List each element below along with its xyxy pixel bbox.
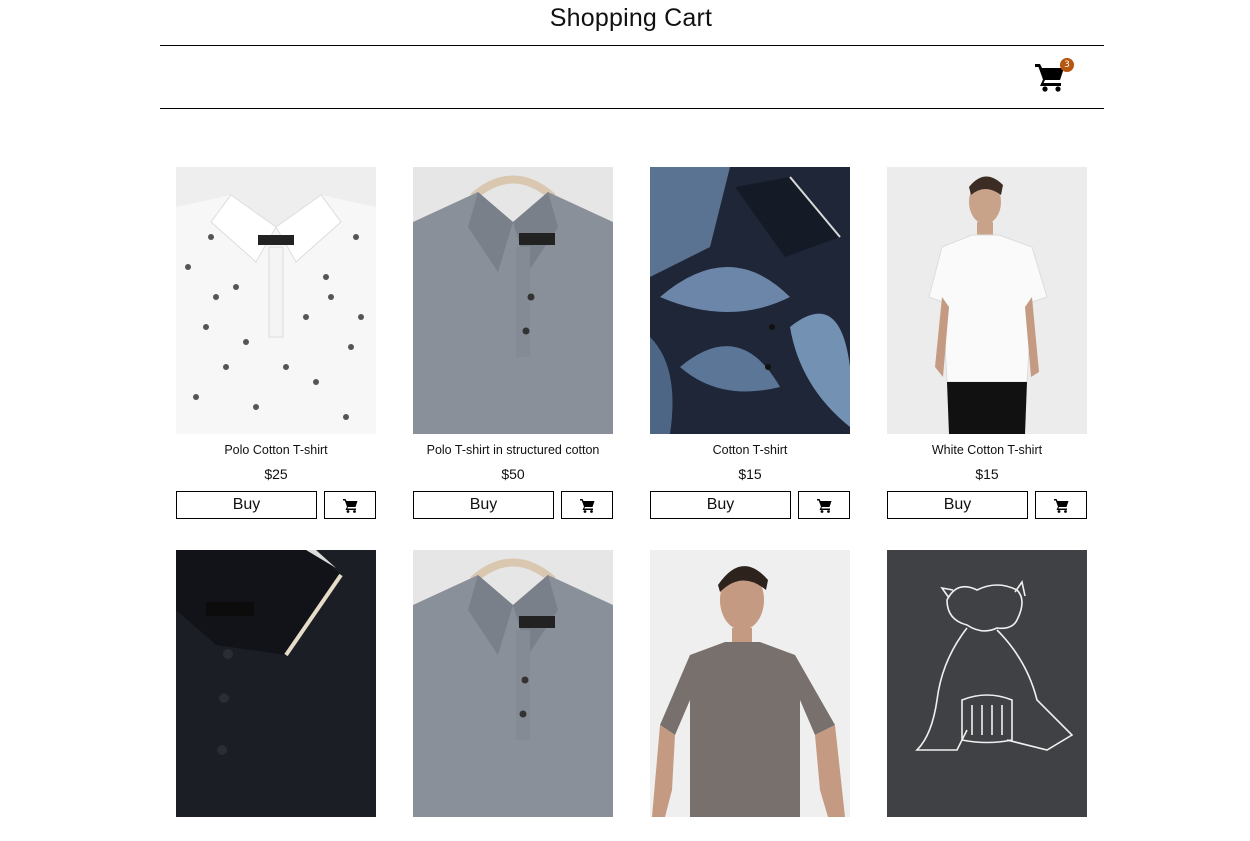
shopping-cart-icon xyxy=(342,498,357,513)
product-name: Cotton T-shirt xyxy=(712,443,788,457)
header-bar: 3 xyxy=(160,45,1104,109)
product-image[interactable] xyxy=(887,550,1087,817)
buy-button[interactable]: Buy xyxy=(413,491,554,519)
product-name: White Cotton T-shirt xyxy=(931,443,1043,457)
shopping-cart-icon xyxy=(1053,498,1068,513)
product-name xyxy=(413,825,613,841)
product-image[interactable] xyxy=(413,167,613,434)
cart-count-badge: 3 xyxy=(1060,58,1074,72)
product-card: Polo Cotton T-shirt $25 Buy xyxy=(176,167,376,519)
product-card xyxy=(887,550,1087,841)
product-actions: Buy xyxy=(413,491,613,519)
product-name: Polo Cotton T-shirt xyxy=(224,443,328,457)
product-card xyxy=(650,550,850,841)
buy-button[interactable]: Buy xyxy=(650,491,791,519)
product-actions: Buy xyxy=(650,491,850,519)
product-card: Cotton T-shirt $15 Buy xyxy=(650,167,850,519)
add-to-cart-button[interactable] xyxy=(798,491,850,519)
product-price: $15 xyxy=(975,466,999,482)
shopping-cart-icon xyxy=(816,498,831,513)
product-name xyxy=(887,825,1087,841)
product-card: White Cotton T-shirt $15 Buy xyxy=(887,167,1087,519)
product-name: Polo T-shirt in structured cotton xyxy=(426,443,600,457)
product-name xyxy=(650,825,850,841)
product-image[interactable] xyxy=(650,167,850,434)
add-to-cart-button[interactable] xyxy=(1035,491,1087,519)
product-image[interactable] xyxy=(176,550,376,817)
product-image[interactable] xyxy=(176,167,376,434)
product-card xyxy=(176,550,376,841)
product-actions: Buy xyxy=(887,491,1087,519)
buy-button[interactable]: Buy xyxy=(887,491,1028,519)
product-image[interactable] xyxy=(887,167,1087,434)
product-image[interactable] xyxy=(650,550,850,817)
product-price: $25 xyxy=(264,466,288,482)
buy-button[interactable]: Buy xyxy=(176,491,317,519)
product-image[interactable] xyxy=(413,550,613,817)
add-to-cart-button[interactable] xyxy=(561,491,613,519)
product-card: Polo T-shirt in structured cotton $50 Bu… xyxy=(413,167,613,519)
shopping-cart-icon xyxy=(579,498,594,513)
product-price: $50 xyxy=(501,466,525,482)
page-title: Shopping Cart xyxy=(549,4,713,32)
product-price: $15 xyxy=(738,466,762,482)
add-to-cart-button[interactable] xyxy=(324,491,376,519)
product-name xyxy=(176,825,376,841)
product-actions: Buy xyxy=(176,491,376,519)
product-card xyxy=(413,550,613,841)
cart-button[interactable]: 3 xyxy=(1034,58,1074,94)
